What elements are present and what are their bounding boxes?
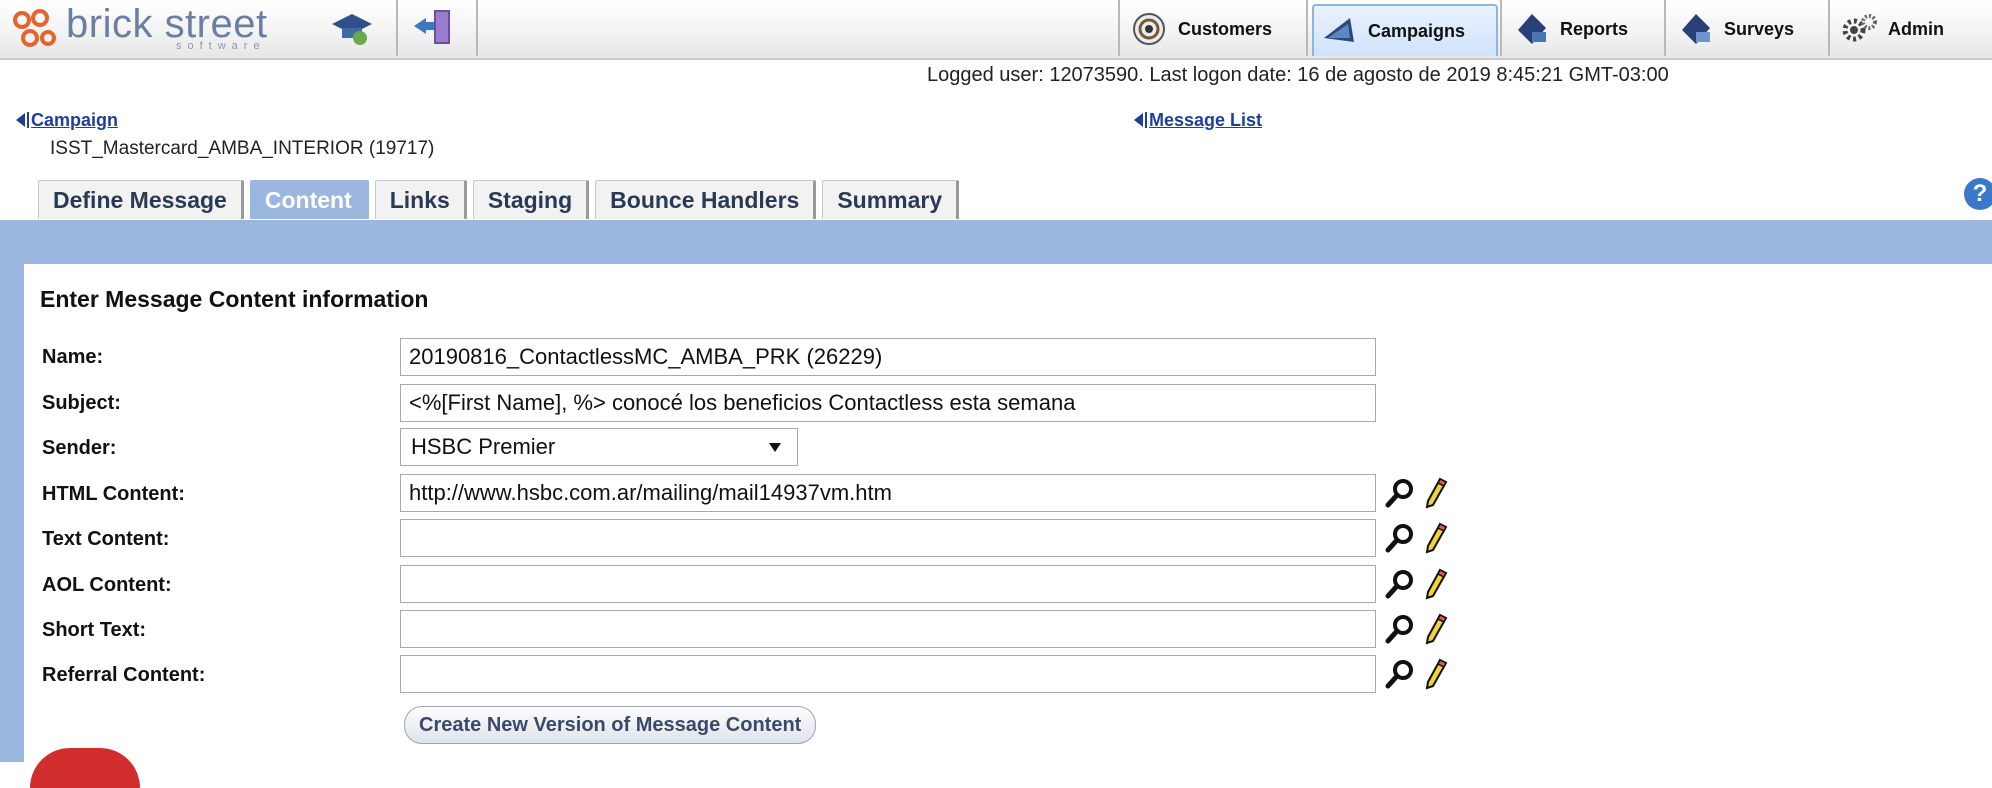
chevron-down-icon — [769, 443, 781, 452]
referral-content-actions — [1384, 656, 1454, 692]
html-content-field[interactable] — [400, 474, 1376, 512]
form-heading: Enter Message Content information — [40, 286, 429, 312]
subject-field[interactable] — [400, 384, 1376, 422]
tab-links[interactable]: Links — [374, 180, 467, 219]
message-list-link-label: Message List — [1149, 110, 1263, 130]
pencil-icon[interactable] — [1424, 568, 1448, 600]
toolbar-divider — [1118, 0, 1120, 56]
nav-customers[interactable]: Customers — [1130, 4, 1272, 54]
nav-admin[interactable]: Admin — [1840, 4, 1944, 54]
megaphone-icon — [1324, 18, 1354, 42]
toolbar-divider — [1306, 0, 1308, 56]
short-text-actions — [1384, 611, 1454, 647]
short-text-field[interactable] — [400, 610, 1376, 648]
brand-logo[interactable]: brick street software — [8, 2, 308, 56]
tab-strip: Define Message Content Links Staging Bou… — [38, 180, 965, 220]
campaign-name: ISST_Mastercard_AMBA_INTERIOR (19717) — [50, 138, 435, 159]
text-content-label: Text Content: — [42, 528, 170, 550]
magnifier-icon[interactable] — [1384, 477, 1416, 509]
magnifier-icon[interactable] — [1384, 522, 1416, 554]
nav-campaigns-label: Campaigns — [1368, 20, 1466, 41]
gear-icon — [1842, 14, 1877, 42]
campaign-link-label: Campaign — [31, 110, 119, 130]
pencil-icon[interactable] — [1424, 477, 1448, 509]
nav-surveys-label: Surveys — [1724, 18, 1795, 39]
name-label: Name: — [42, 346, 104, 368]
pencil-icon[interactable] — [1424, 522, 1448, 554]
target-icon — [1133, 13, 1165, 45]
text-content-field[interactable] — [400, 519, 1376, 557]
back-arrow-icon — [1134, 113, 1143, 127]
bar-mark — [27, 112, 29, 128]
sender-selected-value: HSBC Premier — [411, 434, 556, 459]
toolbar-divider — [1664, 0, 1666, 56]
tab-staging[interactable]: Staging — [472, 180, 590, 219]
toolbar-divider — [396, 0, 398, 56]
magnifier-icon[interactable] — [1384, 658, 1416, 690]
nav-reports[interactable]: Reports — [1512, 4, 1628, 54]
nav-campaigns[interactable]: Campaigns — [1312, 4, 1498, 56]
back-arrow-icon — [16, 113, 25, 127]
referral-content-label: Referral Content: — [42, 664, 206, 686]
pencil-icon[interactable] — [1424, 613, 1448, 645]
tab-define-message[interactable]: Define Message — [38, 180, 244, 219]
html-content-actions — [1384, 475, 1454, 511]
referral-content-field[interactable] — [400, 655, 1376, 693]
nav-reports-label: Reports — [1560, 18, 1629, 39]
nav-customers-label: Customers — [1178, 18, 1273, 39]
exit-door-icon[interactable] — [410, 4, 458, 52]
aol-content-actions — [1384, 566, 1454, 602]
aol-content-field[interactable] — [400, 565, 1376, 603]
tab-summary[interactable]: Summary — [822, 180, 960, 219]
text-content-actions — [1384, 520, 1454, 556]
sender-select[interactable]: HSBC Premier — [400, 428, 798, 466]
toolbar-divider — [476, 0, 478, 56]
toolbar-divider — [1828, 0, 1830, 56]
html-content-label: HTML Content: — [42, 483, 185, 505]
subject-label: Subject: — [42, 392, 121, 414]
tab-content[interactable]: Content — [249, 180, 369, 219]
toolbar-divider — [1500, 0, 1502, 56]
survey-diamond-icon — [1682, 14, 1710, 44]
brand-tagline: software — [176, 40, 266, 52]
tab-bounce-handlers[interactable]: Bounce Handlers — [595, 180, 817, 219]
nav-surveys[interactable]: Surveys — [1676, 4, 1794, 54]
sender-label: Sender: — [42, 437, 117, 459]
logo-mark-icon — [13, 9, 56, 47]
nav-admin-label: Admin — [1888, 18, 1944, 39]
bar-mark — [1145, 112, 1147, 128]
top-navigation-bar: brick street software Customers Campaign… — [0, 0, 1992, 60]
session-info: Logged user: 12073590. Last logon date: … — [927, 64, 1669, 86]
name-field[interactable] — [400, 338, 1376, 376]
create-new-version-button[interactable]: Create New Version of Message Content — [404, 706, 817, 744]
campaign-link[interactable]: Campaign — [16, 110, 118, 131]
magnifier-icon[interactable] — [1384, 568, 1416, 600]
graduation-cap-icon[interactable] — [328, 4, 376, 52]
pencil-icon[interactable] — [1424, 658, 1448, 690]
short-text-label: Short Text: — [42, 619, 147, 641]
message-list-link[interactable]: Message List — [1134, 110, 1262, 131]
magnifier-icon[interactable] — [1384, 613, 1416, 645]
report-diamond-icon — [1518, 14, 1546, 44]
help-icon[interactable]: ? — [1964, 178, 1992, 210]
aol-content-label: AOL Content: — [42, 574, 172, 596]
